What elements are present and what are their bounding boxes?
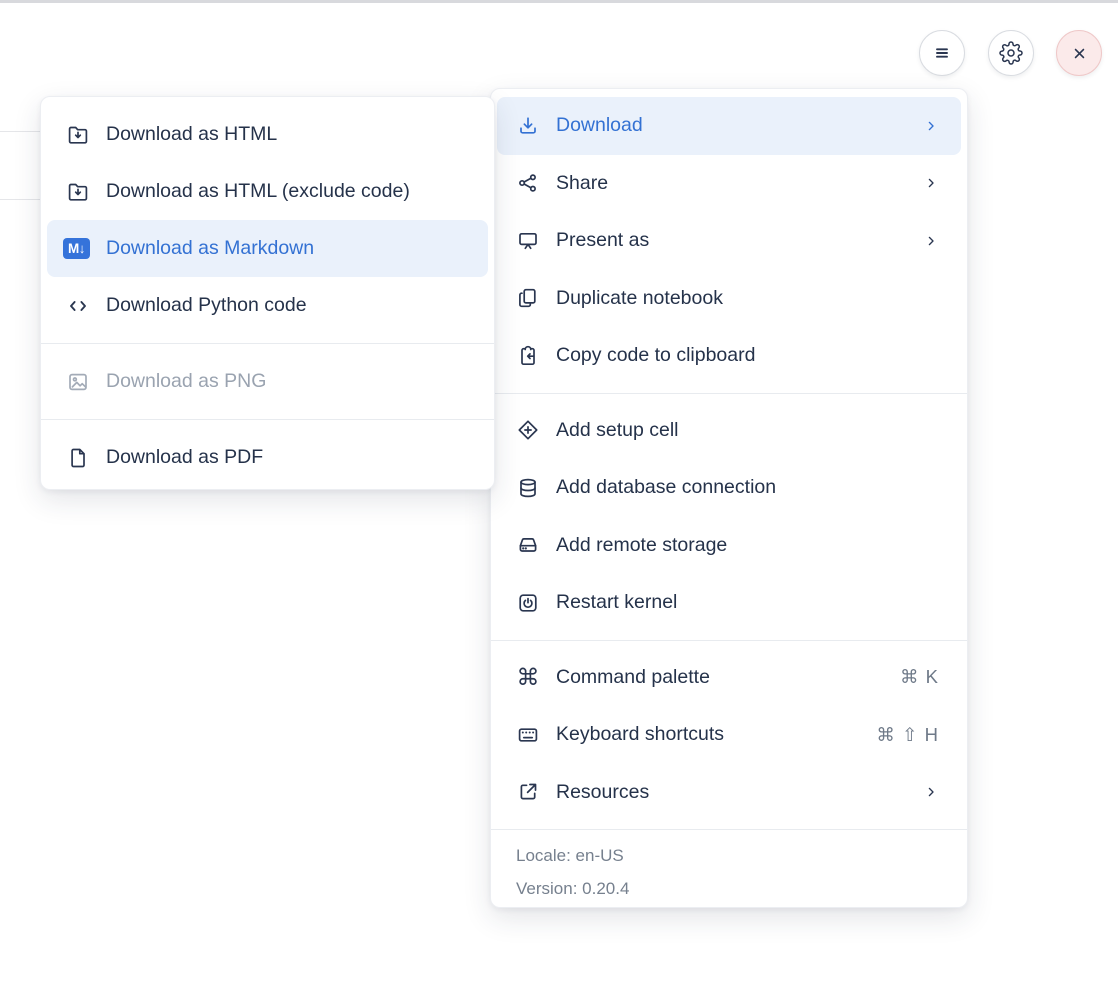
menu-item-label: Download as PDF bbox=[106, 446, 466, 469]
menu-button[interactable] bbox=[919, 30, 965, 76]
shortcut-hint: ⌘ K bbox=[900, 666, 939, 688]
chevron-right-icon bbox=[923, 175, 939, 191]
menu-item-command-palette[interactable]: ⌘ Command palette ⌘ K bbox=[497, 649, 961, 707]
menu-item-download-as-pdf[interactable]: Download as PDF bbox=[47, 429, 488, 486]
menu-section: Download Share Present as Duplicate noteboo… bbox=[491, 89, 967, 393]
menu-item-label: Add remote storage bbox=[556, 534, 939, 557]
menu-item-label: Copy code to clipboard bbox=[556, 344, 939, 367]
download-submenu: Download as HTML Download as HTML (exclud… bbox=[40, 96, 495, 490]
power-icon bbox=[516, 591, 540, 615]
menu-section: Download as PNG bbox=[41, 343, 494, 419]
menu-item-restart-kernel[interactable]: Restart kernel bbox=[497, 574, 961, 632]
menu-item-label: Download Python code bbox=[106, 294, 466, 317]
menu-footer: Locale: en-US Version: 0.20.4 bbox=[491, 829, 967, 911]
chevron-right-icon bbox=[923, 118, 939, 134]
menu-item-add-setup-cell[interactable]: Add setup cell bbox=[497, 402, 961, 460]
notebook-context-menu: Download Share Present as Duplicate noteboo… bbox=[490, 88, 968, 908]
close-icon bbox=[1067, 41, 1091, 65]
menu-item-label: Keyboard shortcuts bbox=[556, 723, 848, 746]
share-icon bbox=[516, 171, 540, 195]
gear-icon bbox=[999, 41, 1023, 65]
menu-section: Download as HTML Download as HTML (exclud… bbox=[41, 97, 494, 343]
diamond-plus-icon bbox=[516, 418, 540, 442]
settings-button[interactable] bbox=[988, 30, 1034, 76]
menu-sections: Download Share Present as Duplicate noteboo… bbox=[491, 89, 967, 829]
file-icon bbox=[66, 446, 90, 470]
menu-item-label: Download bbox=[556, 114, 907, 137]
menu-item-download-as-html-exclude-code[interactable]: Download as HTML (exclude code) bbox=[47, 163, 488, 220]
folder-download-icon bbox=[66, 180, 90, 204]
menu-item-label: Add setup cell bbox=[556, 419, 939, 442]
menu-item-label: Resources bbox=[556, 781, 907, 804]
folder-download-icon bbox=[66, 123, 90, 147]
duplicate-icon bbox=[516, 286, 540, 310]
menu-item-keyboard-shortcuts[interactable]: Keyboard shortcuts ⌘ ⇧ H bbox=[497, 706, 961, 764]
command-icon: ⌘ bbox=[516, 665, 540, 689]
download-icon bbox=[516, 114, 540, 138]
database-icon bbox=[516, 476, 540, 500]
page-underlay-line bbox=[0, 131, 41, 132]
menu-item-download[interactable]: Download bbox=[497, 97, 961, 155]
menu-item-label: Share bbox=[556, 172, 907, 195]
keyboard-icon bbox=[516, 723, 540, 747]
menu-item-label: Download as HTML bbox=[106, 123, 466, 146]
external-link-icon bbox=[516, 780, 540, 804]
code-icon bbox=[66, 294, 90, 318]
clipboard-copy-icon bbox=[516, 344, 540, 368]
locale-info: Locale: en-US bbox=[516, 839, 942, 872]
page-underlay-line bbox=[0, 199, 41, 200]
hamburger-icon bbox=[930, 41, 954, 65]
menu-item-resources[interactable]: Resources bbox=[497, 764, 961, 822]
menu-item-label: Command palette bbox=[556, 666, 872, 689]
shortcut-hint: ⌘ ⇧ H bbox=[876, 724, 939, 746]
close-button[interactable] bbox=[1056, 30, 1102, 76]
storage-drive-icon bbox=[516, 533, 540, 557]
version-info: Version: 0.20.4 bbox=[516, 872, 942, 905]
window-top-border bbox=[0, 0, 1118, 3]
menu-item-share[interactable]: Share bbox=[497, 155, 961, 213]
chevron-right-icon bbox=[923, 784, 939, 800]
present-icon bbox=[516, 229, 540, 253]
menu-item-download-as-png: Download as PNG bbox=[47, 353, 488, 410]
menu-item-download-as-markdown[interactable]: M↓ Download as Markdown bbox=[47, 220, 488, 277]
menu-item-label: Download as HTML (exclude code) bbox=[106, 180, 466, 203]
menu-item-add-database-connection[interactable]: Add database connection bbox=[497, 459, 961, 517]
menu-item-duplicate-notebook[interactable]: Duplicate notebook bbox=[497, 270, 961, 328]
menu-item-label: Download as PNG bbox=[106, 370, 466, 393]
menu-item-label: Duplicate notebook bbox=[556, 287, 939, 310]
menu-item-add-remote-storage[interactable]: Add remote storage bbox=[497, 517, 961, 575]
menu-item-label: Download as Markdown bbox=[106, 237, 466, 260]
menu-item-present-as[interactable]: Present as bbox=[497, 212, 961, 270]
menu-item-download-python-code[interactable]: Download Python code bbox=[47, 277, 488, 334]
image-icon bbox=[66, 370, 90, 394]
menu-item-copy-code-to-clipboard[interactable]: Copy code to clipboard bbox=[497, 327, 961, 385]
chevron-right-icon bbox=[923, 233, 939, 249]
menu-section: ⌘ Command palette ⌘ K Keyboard shortcuts ⌘ ⇧… bbox=[491, 640, 967, 830]
menu-section: Download as PDF bbox=[41, 419, 494, 495]
menu-item-label: Add database connection bbox=[556, 476, 939, 499]
menu-item-download-as-html[interactable]: Download as HTML bbox=[47, 106, 488, 163]
menu-item-label: Present as bbox=[556, 229, 907, 252]
menu-section: Add setup cell Add database connection Add… bbox=[491, 393, 967, 640]
menu-item-label: Restart kernel bbox=[556, 591, 939, 614]
markdown-icon: M↓ bbox=[66, 237, 90, 261]
